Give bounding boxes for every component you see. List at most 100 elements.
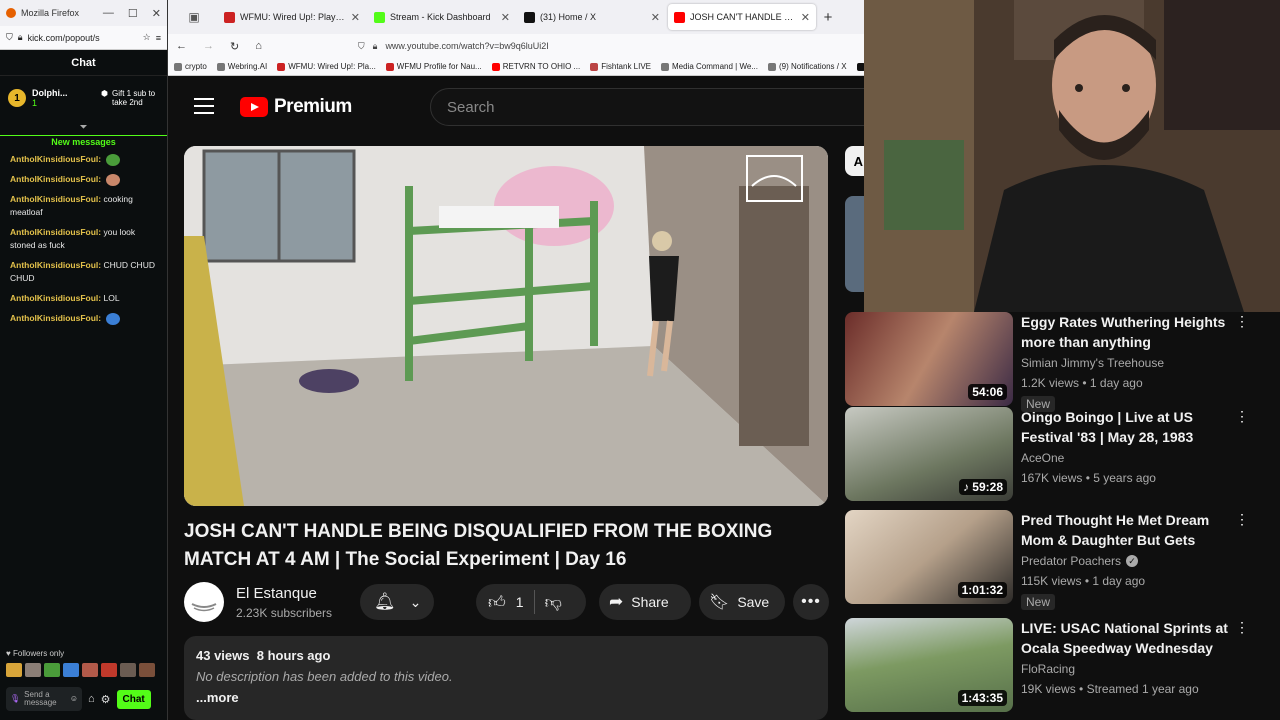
related-channel[interactable]: FloRacing <box>1021 662 1075 676</box>
bookmark-item[interactable]: RETVRN TO OHIO ... <box>491 62 580 71</box>
chat-username[interactable]: AntholKinsidiousFoul: <box>10 194 101 204</box>
emote-icon[interactable] <box>82 663 98 677</box>
related-title[interactable]: LIVE: USAC National Sprints at Ocala Spe… <box>1021 618 1231 658</box>
related-thumbnail-peek[interactable] <box>845 196 865 292</box>
tab-close-icon[interactable]: ✕ <box>801 11 810 24</box>
bookmark-label: Fishtank LIVE <box>601 62 652 71</box>
bookmark-star-icon[interactable]: ☆ <box>143 32 151 43</box>
bookmark-item[interactable]: crypto <box>174 62 207 71</box>
store-icon[interactable]: ⌂ <box>88 693 95 705</box>
minimize-icon[interactable]: — <box>103 7 114 20</box>
tab-label: JOSH CAN'T HANDLE BEIN <box>690 12 796 22</box>
video-thumbnail[interactable]: 1:43:35 <box>845 618 1013 712</box>
show-more-link[interactable]: ...more <box>196 690 816 705</box>
video-thumbnail[interactable]: 54:06 <box>845 312 1013 406</box>
chat-username[interactable]: AntholKinsidiousFoul: <box>10 154 101 164</box>
video-thumbnail[interactable]: ♪ 59:28 <box>845 407 1013 501</box>
tab-youtube-video[interactable]: JOSH CAN'T HANDLE BEIN ✕ <box>668 4 816 30</box>
channel-name[interactable]: El Estanque <box>236 585 317 602</box>
shield-icon[interactable]: ⛉ <box>6 32 13 43</box>
video-menu-kebab-icon[interactable]: ⋮ <box>1235 512 1249 526</box>
bookmark-item[interactable]: Fishtank LIVE <box>590 62 651 71</box>
related-channel[interactable]: Simian Jimmy's Treehouse <box>1021 356 1164 370</box>
emote-icon[interactable] <box>6 663 22 677</box>
video-player[interactable] <box>184 146 828 506</box>
emote-icon[interactable] <box>44 663 60 677</box>
maximize-icon[interactable]: ☐ <box>128 7 138 20</box>
chat-message-input[interactable]: 🎙︎ Send a message ☺ <box>6 687 82 711</box>
thumbs-down-icon[interactable]: 👎︎ <box>545 592 562 613</box>
related-channel[interactable]: AceOne <box>1021 451 1064 465</box>
close-icon[interactable]: ✕ <box>152 7 161 20</box>
collapse-chevron-icon[interactable]: ⏷ <box>0 122 167 133</box>
menu-icon[interactable]: ≡ <box>156 33 161 43</box>
send-chat-button[interactable]: Chat <box>116 689 151 709</box>
like-count[interactable]: 1 <box>516 594 524 610</box>
hamburger-menu-icon[interactable] <box>194 98 214 119</box>
related-video-item[interactable]: ♪ 59:28 Oingo Boingo | Live at US Festiv… <box>845 407 1265 503</box>
share-button[interactable]: ➦ Share <box>599 584 691 620</box>
bookmark-item[interactable]: WFMU: Wired Up!: Pla... <box>277 62 376 71</box>
youtube-premium-logo[interactable]: Premium <box>240 96 352 118</box>
shield-icon[interactable]: ⛉ <box>358 41 365 52</box>
settings-gear-icon[interactable]: ⚙ <box>101 693 111 706</box>
channel-actions-row: El Estanque 2.23K subscribers 🔔︎ ⌄ 👍︎ 1 … <box>184 582 829 622</box>
address-url[interactable]: www.youtube.com/watch?v=bw9q6luUi2I <box>385 41 548 51</box>
bookmark-item[interactable]: WFMU Profile for Nau... <box>385 62 482 71</box>
chat-username[interactable]: AntholKinsidiousFoul: <box>10 227 101 237</box>
save-button[interactable]: 🔖︎ Save <box>699 584 785 620</box>
tab-wfmu[interactable]: WFMU: Wired Up!: Playlist from ✕ <box>218 4 366 30</box>
notification-bell-button[interactable]: 🔔︎ ⌄ <box>360 584 434 620</box>
tab-kick-dashboard[interactable]: Stream - Kick Dashboard ✕ <box>368 4 516 30</box>
reload-icon[interactable]: ↻ <box>230 40 239 53</box>
related-video-item[interactable]: 54:06 Eggy Rates Wuthering Heights more … <box>845 312 1265 412</box>
chat-username[interactable]: AntholKinsidiousFoul: <box>10 313 101 323</box>
emote-icon[interactable] <box>120 663 136 677</box>
video-menu-kebab-icon[interactable]: ⋮ <box>1235 620 1249 634</box>
forward-arrow-icon[interactable]: → <box>203 40 214 52</box>
new-tab-plus-icon[interactable]: + <box>818 9 838 26</box>
emoji-icon[interactable]: ☺ <box>70 695 78 703</box>
video-menu-kebab-icon[interactable]: ⋮ <box>1235 314 1249 328</box>
bookmark-item[interactable]: (9) Notifications / X <box>767 62 847 71</box>
more-actions-button[interactable]: ••• <box>793 584 829 620</box>
gift-icon: ⬢ <box>101 89 108 98</box>
related-video-item[interactable]: 1:01:32 Pred Thought He Met Dream Mom & … <box>845 510 1265 610</box>
search-input[interactable]: Search <box>430 88 870 126</box>
filter-chip-all[interactable]: A <box>845 146 865 176</box>
tab-close-icon[interactable]: ✕ <box>351 11 360 24</box>
thumbs-up-icon[interactable]: 👍︎ <box>488 592 506 613</box>
bookmark-item[interactable]: Webring.AI <box>216 62 268 71</box>
related-title[interactable]: Pred Thought He Met Dream Mom & Daughter… <box>1021 510 1231 550</box>
home-icon[interactable]: ⌂ <box>255 40 262 52</box>
address-bar[interactable]: ⛉ 🔒︎ www.youtube.com/watch?v=bw9q6luUi2I <box>358 41 549 52</box>
popout-url[interactable]: kick.com/popout/s <box>28 33 138 43</box>
chat-username[interactable]: AntholKinsidiousFoul: <box>10 174 101 184</box>
emote-icon[interactable] <box>139 663 155 677</box>
chat-username[interactable]: AntholKinsidiousFoul: <box>10 260 101 270</box>
related-title[interactable]: Oingo Boingo | Live at US Festival '83 |… <box>1021 407 1231 447</box>
emote-icon[interactable] <box>25 663 41 677</box>
microphone-icon[interactable]: 🎙︎ <box>10 695 20 703</box>
video-menu-kebab-icon[interactable]: ⋮ <box>1235 409 1249 423</box>
tab-x-home[interactable]: (31) Home / X ✕ <box>518 4 666 30</box>
chat-username[interactable]: AntholKinsidiousFoul: <box>10 293 101 303</box>
gift-sub-prompt[interactable]: ⬢ Gift 1 sub to take 2nd <box>101 89 159 107</box>
related-videos-list: 54:06 Eggy Rates Wuthering Heights more … <box>845 300 1280 720</box>
tab-close-icon[interactable]: ✕ <box>651 11 660 24</box>
bookmark-label: Webring.AI <box>227 62 268 71</box>
bookmark-item[interactable] <box>856 62 864 71</box>
description-box[interactable]: 43 views 8 hours ago No description has … <box>184 636 828 720</box>
related-channel[interactable]: Predator Poachers ✓ <box>1021 554 1139 568</box>
emote-icon[interactable] <box>63 663 79 677</box>
back-arrow-icon[interactable]: ← <box>176 40 187 52</box>
tab-overview-icon[interactable]: ▣ <box>172 10 216 24</box>
video-thumbnail[interactable]: 1:01:32 <box>845 510 1013 604</box>
channel-avatar[interactable] <box>184 582 224 622</box>
emote-icon[interactable] <box>101 663 117 677</box>
pinned-gifter[interactable]: 1 Dolphi... 1 ⬢ Gift 1 sub to take 2nd <box>0 76 167 120</box>
bookmark-item[interactable]: Media Command | We... <box>661 62 758 71</box>
related-title[interactable]: Eggy Rates Wuthering Heights more than a… <box>1021 312 1231 352</box>
tab-close-icon[interactable]: ✕ <box>501 11 510 24</box>
related-video-item[interactable]: 1:43:35 LIVE: USAC National Sprints at O… <box>845 618 1265 714</box>
